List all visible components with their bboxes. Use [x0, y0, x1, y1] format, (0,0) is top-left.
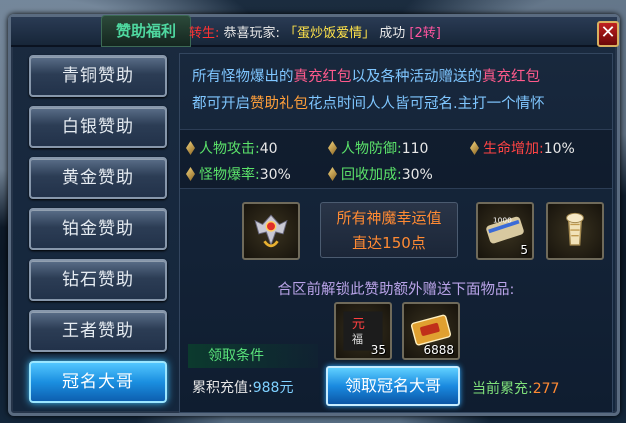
attr-value: 10%: [543, 141, 575, 157]
close-button[interactable]: ✕: [597, 21, 619, 47]
announce-text: 恭喜玩家:: [223, 26, 280, 41]
attr-hp: 生命增加:10%: [470, 138, 575, 158]
svg-text:1000: 1000: [493, 216, 512, 225]
reward-slot[interactable]: [242, 202, 300, 260]
menu-item-silver[interactable]: 白银赞助: [29, 106, 167, 148]
item-count: 5: [520, 243, 528, 257]
menu-item-gold[interactable]: 黄金赞助: [29, 157, 167, 199]
attr-value: 30%: [401, 167, 433, 183]
intro-text-part: 花点时间人人皆可冠名.主打一个情怀: [308, 96, 545, 112]
announcement-marquee: 转生: 恭喜玩家: 「蛋炒饭爱情」 成功 [2转]: [189, 22, 441, 41]
luck-line-2: 直达150点: [352, 234, 426, 252]
attribute-bonuses: 人物攻击:40 人物防御:110 生命增加:10% 怪物爆率:30% 回收加成:…: [180, 129, 612, 189]
svg-text:元: 元: [352, 317, 365, 332]
claim-button[interactable]: 领取冠名大哥: [326, 366, 460, 406]
menu-item-bronze[interactable]: 青铜赞助: [29, 55, 167, 97]
announce-success: 成功: [379, 26, 406, 41]
intro-text: 所有怪物爆出的真充红包以及各种活动赠送的真充红包 都可开启赞助礼包花点时间人人皆…: [192, 64, 545, 118]
luck-bonus-box: 所有神魔幸运值 直达150点: [320, 202, 458, 258]
announce-player: 「蛋炒饭爱情」: [284, 26, 376, 41]
item-count: 6888: [423, 343, 454, 357]
menu-item-diamond[interactable]: 钻石赞助: [29, 259, 167, 301]
bonus-slot[interactable]: 6888: [402, 302, 460, 360]
cumulative-recharge: 累积充值:988元: [192, 377, 293, 397]
claim-conditions: 领取条件 累积充值:988元: [188, 344, 336, 404]
attr-attack: 人物攻击:40: [186, 138, 278, 158]
attr-defense: 人物防御:110: [328, 138, 428, 158]
tier-detail-panel: 所有怪物爆出的真充红包以及各种活动赠送的真充红包 都可开启赞助礼包花点时间人人皆…: [179, 53, 613, 413]
diamond-bullet-icon: [186, 167, 195, 181]
intro-highlight: 真充红包: [482, 69, 540, 85]
reward-slot[interactable]: [546, 202, 604, 260]
title-bar: 赞助福利 转生: 恭喜玩家: 「蛋炒饭爱情」 成功 [2转] ✕: [11, 15, 619, 47]
sponsor-tier-menu: 青铜赞助 白银赞助 黄金赞助 铂金赞助 钻石赞助 王者赞助 冠名大哥: [29, 55, 167, 412]
condition-title: 领取条件: [188, 344, 318, 368]
attr-value: 30%: [259, 167, 291, 183]
reward-slot[interactable]: 1000 5: [476, 202, 534, 260]
attr-droprate: 怪物爆率:30%: [186, 164, 291, 184]
diamond-bullet-icon: [328, 167, 337, 181]
diamond-bullet-icon: [470, 141, 479, 155]
attr-label: 生命增加:: [483, 141, 544, 157]
menu-item-king[interactable]: 王者赞助: [29, 310, 167, 352]
attr-value: 40: [259, 141, 278, 157]
luck-line-1: 所有神魔幸运值: [336, 209, 442, 227]
menu-item-platinum[interactable]: 铂金赞助: [29, 208, 167, 250]
intro-highlight: 真充红包: [293, 69, 352, 85]
attr-value: 110: [401, 141, 429, 157]
bone-icon: [566, 212, 584, 246]
sponsor-panel: 赞助福利 转生: 恭喜玩家: 「蛋炒饭爱情」 成功 [2转] ✕ 青铜赞助 白银…: [8, 14, 620, 416]
announce-prefix: 转生:: [189, 26, 220, 41]
cumulative-label: 累积充值:: [192, 380, 253, 396]
wings-icon: [254, 214, 288, 248]
attr-recycle: 回收加成:30%: [328, 164, 433, 184]
intro-text-part: 以及各种活动赠送的: [351, 69, 483, 85]
menu-item-title-boss[interactable]: 冠名大哥: [29, 361, 167, 403]
attr-label: 人物攻击:: [199, 141, 260, 157]
svg-text:福: 福: [352, 332, 363, 346]
unlock-bonus-title: 合区前解锁此赞助额外赠送下面物品:: [277, 282, 515, 298]
bonus-slot[interactable]: 元 福 35: [334, 302, 392, 360]
intro-text-part: 都可开启: [192, 96, 250, 112]
current-label: 当前累充:: [472, 381, 533, 397]
attr-label: 怪物爆率:: [199, 167, 260, 183]
tab-sponsor-benefits[interactable]: 赞助福利: [101, 15, 191, 47]
attr-label: 回收加成:: [341, 167, 402, 183]
cumulative-value: 988元: [252, 380, 294, 396]
attr-label: 人物防御:: [341, 141, 402, 157]
intro-highlight: 赞助礼包: [250, 96, 308, 112]
announce-tier: [2转]: [409, 26, 441, 41]
diamond-bullet-icon: [328, 141, 337, 155]
intro-text-part: 所有怪物爆出的: [192, 69, 294, 85]
current-recharge: 当前累充:277: [472, 378, 559, 398]
close-icon: ✕: [600, 22, 616, 43]
item-count: 35: [370, 343, 386, 357]
diamond-bullet-icon: [186, 141, 195, 155]
current-value: 277: [532, 381, 560, 397]
